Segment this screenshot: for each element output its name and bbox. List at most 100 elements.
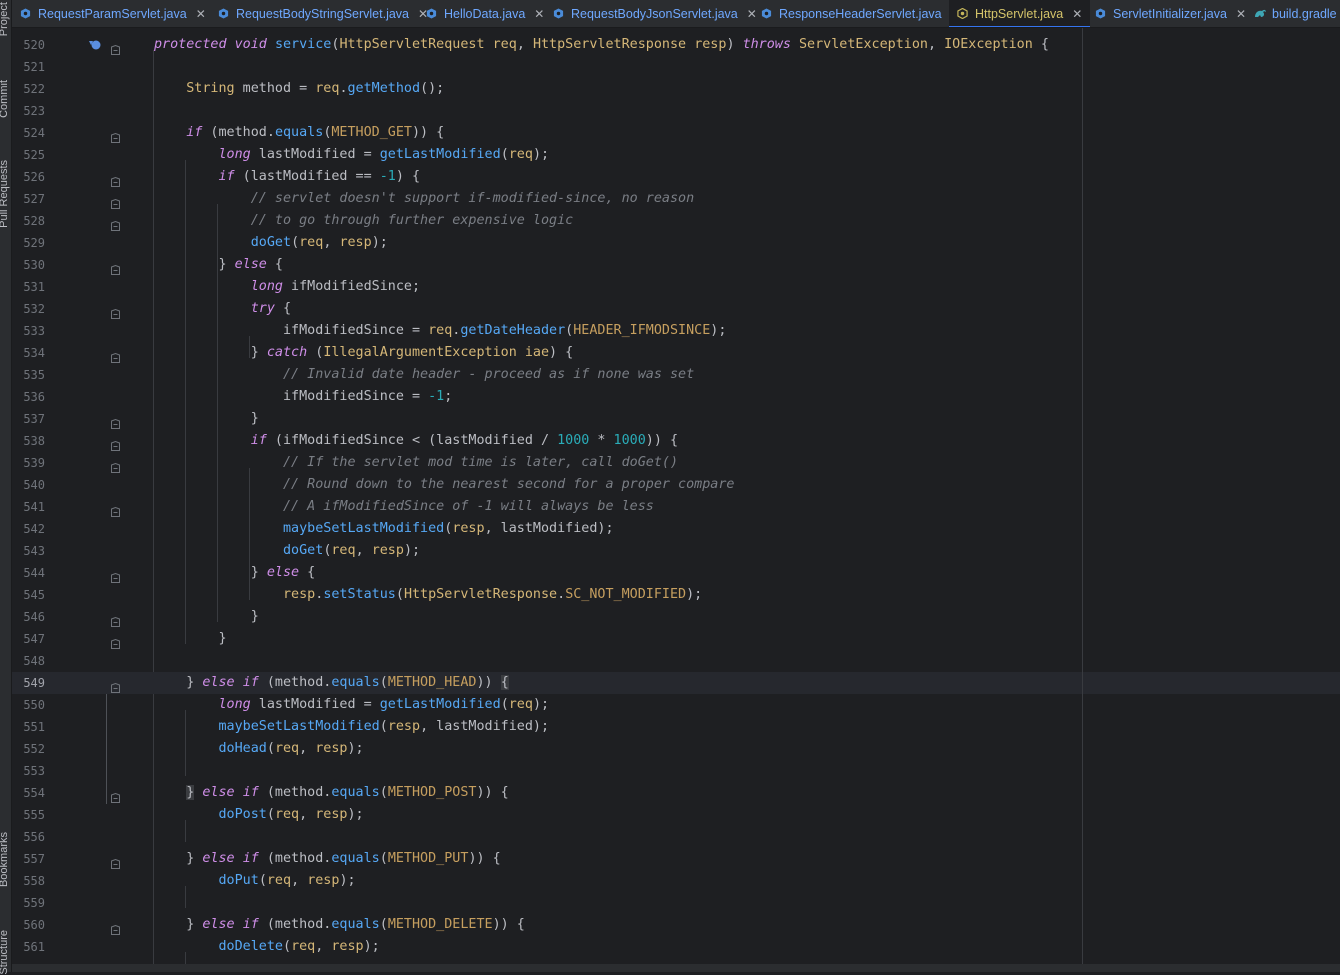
fold-toggle-icon[interactable]: [111, 194, 120, 209]
fold-toggle-icon[interactable]: [111, 40, 120, 55]
code-line[interactable]: 527 // servlet doesn't support if-modifi…: [12, 188, 1340, 210]
code-line[interactable]: 526 if (lastModified == -1) {: [12, 166, 1340, 188]
fold-toggle-icon[interactable]: [111, 458, 120, 473]
fold-toggle-icon[interactable]: [111, 854, 120, 869]
code-token: equals: [331, 785, 380, 800]
code-line[interactable]: 525 long lastModified = getLastModified(…: [12, 144, 1340, 166]
fold-toggle-icon[interactable]: [111, 172, 120, 187]
line-number: 559: [23, 896, 45, 910]
code-line[interactable]: 530 } else {: [12, 254, 1340, 276]
code-text: if (ifModifiedSince < (lastModified / 10…: [154, 430, 678, 452]
code-line[interactable]: 524 if (method.equals(METHOD_GET)) {: [12, 122, 1340, 144]
code-line[interactable]: 560 } else if (method.equals(METHOD_DELE…: [12, 914, 1340, 936]
tab-hellodata-java[interactable]: HelloData.java ✕: [418, 0, 552, 27]
tab-requestparamservlet-java[interactable]: RequestParamServlet.java ✕: [12, 0, 214, 27]
fold-toggle-icon[interactable]: [111, 634, 120, 649]
code-line[interactable]: 521: [12, 56, 1340, 78]
tab-label: RequestParamServlet.java: [38, 6, 187, 21]
code-token: );: [686, 587, 703, 602]
code-line[interactable]: 520 protected void service(HttpServletReq…: [12, 34, 1340, 56]
fold-toggle-icon[interactable]: [111, 612, 120, 627]
fold-toggle-icon[interactable]: [111, 216, 120, 231]
tool-window-pull-requests[interactable]: Pull Requests: [0, 160, 10, 228]
code-token: req: [508, 147, 533, 162]
horizontal-scrollbar[interactable]: [12, 964, 1340, 972]
code-line[interactable]: 552 doHead(req, resp);: [12, 738, 1340, 760]
code-line[interactable]: 538 if (ifModifiedSince < (lastModified …: [12, 430, 1340, 452]
fold-toggle-icon[interactable]: [111, 260, 120, 275]
code-line[interactable]: 546 }: [12, 606, 1340, 628]
code-line[interactable]: 541 // A ifModifiedSince of -1 will alwa…: [12, 496, 1340, 518]
code-line[interactable]: 539 // If the servlet mod time is later,…: [12, 452, 1340, 474]
code-token: // to go through further expensive logic: [250, 213, 574, 228]
code-line[interactable]: 558 doPut(req, resp);: [12, 870, 1340, 892]
fold-toggle-icon[interactable]: [111, 348, 120, 363]
code-line[interactable]: 547 }: [12, 628, 1340, 650]
code-line[interactable]: 523: [12, 100, 1340, 122]
fold-toggle-icon[interactable]: [111, 920, 120, 935]
tool-window-structure[interactable]: Structure: [0, 930, 10, 975]
code-line[interactable]: 549 } else if (method.equals(METHOD_HEAD…: [12, 672, 1340, 694]
java-class-icon: [218, 8, 229, 19]
code-line[interactable]: 534 } catch (IllegalArgumentException ia…: [12, 342, 1340, 364]
code-token: )) {: [645, 433, 679, 448]
code-line[interactable]: 529 doGet(req, resp);: [12, 232, 1340, 254]
fold-toggle-icon[interactable]: [111, 678, 120, 693]
tool-window-bookmarks[interactable]: Bookmarks: [0, 832, 10, 887]
fold-toggle-icon[interactable]: [111, 436, 120, 451]
tab-requestbodyjsonservlet-java[interactable]: RequestBodyJsonServlet.java ✕: [545, 0, 765, 27]
code-line[interactable]: 561 doDelete(req, resp);: [12, 936, 1340, 958]
code-line[interactable]: 555 doPost(req, resp);: [12, 804, 1340, 826]
code-line[interactable]: 559: [12, 892, 1340, 914]
tab-responseheaderservlet-java[interactable]: ResponseHeaderServlet.java✕: [753, 0, 969, 27]
tool-window-project[interactable]: Project: [0, 2, 10, 36]
code-line[interactable]: 522 String method = req.getMethod();: [12, 78, 1340, 100]
code-token: )) {: [492, 917, 525, 932]
code-line[interactable]: 554 } else if (method.equals(METHOD_POST…: [12, 782, 1340, 804]
close-icon[interactable]: ✕: [196, 7, 206, 21]
fold-toggle-icon[interactable]: [111, 788, 120, 803]
code-line[interactable]: 557 } else if (method.equals(METHOD_PUT)…: [12, 848, 1340, 870]
fold-toggle-icon[interactable]: [111, 568, 120, 583]
code-line[interactable]: 545 resp.setStatus(HttpServletResponse.S…: [12, 584, 1340, 606]
code-line[interactable]: 535 // Invalid date header - proceed as …: [12, 364, 1340, 386]
tab-requestbodystringservlet-java[interactable]: RequestBodyStringServlet.java ✕: [210, 0, 436, 27]
code-line[interactable]: 556: [12, 826, 1340, 848]
tab-servletinitializer-java[interactable]: ServletInitializer.java ✕: [1087, 0, 1254, 27]
code-token: long: [218, 147, 251, 162]
tool-window-commit[interactable]: Commit: [0, 80, 10, 118]
code-token: HttpServletRequest: [339, 37, 485, 52]
close-icon[interactable]: ✕: [1236, 7, 1246, 21]
code-line[interactable]: 536 ifModifiedSince = -1;: [12, 386, 1340, 408]
fold-toggle-icon[interactable]: [111, 128, 120, 143]
close-icon[interactable]: ✕: [1072, 7, 1082, 21]
code-line[interactable]: 540 // Round down to the nearest second …: [12, 474, 1340, 496]
fold-toggle-icon[interactable]: [111, 502, 120, 517]
code-token: (method.: [202, 125, 275, 140]
code-line[interactable]: 553: [12, 760, 1340, 782]
close-icon[interactable]: ✕: [534, 7, 544, 21]
code-token: (: [379, 785, 388, 800]
fold-toggle-icon[interactable]: [111, 414, 120, 429]
code-line[interactable]: 550 long lastModified = getLastModified(…: [12, 694, 1340, 716]
code-line[interactable]: 528 // to go through further expensive l…: [12, 210, 1340, 232]
code-line[interactable]: 548: [12, 650, 1340, 672]
tab-build-gradle-s[interactable]: build.gradle (s: [1246, 0, 1340, 27]
override-method-icon[interactable]: [88, 39, 102, 54]
code-editor[interactable]: 520 protected void service(HttpServletReq…: [12, 28, 1340, 964]
code-line[interactable]: 551 maybeSetLastModified(resp, lastModif…: [12, 716, 1340, 738]
code-line[interactable]: 531 long ifModifiedSince;: [12, 276, 1340, 298]
code-line[interactable]: 533 ifModifiedSince = req.getDateHeader(…: [12, 320, 1340, 342]
code-line[interactable]: 537 }: [12, 408, 1340, 430]
code-line[interactable]: 544 } else {: [12, 562, 1340, 584]
code-line[interactable]: 542 maybeSetLastModified(resp, lastModif…: [12, 518, 1340, 540]
fold-toggle-icon[interactable]: [111, 304, 120, 319]
code-token: req: [508, 697, 533, 712]
tab-httpservlet-java[interactable]: HttpServlet.java ✕: [949, 0, 1091, 27]
code-line[interactable]: 532 try {: [12, 298, 1340, 320]
code-line[interactable]: 543 doGet(req, resp);: [12, 540, 1340, 562]
